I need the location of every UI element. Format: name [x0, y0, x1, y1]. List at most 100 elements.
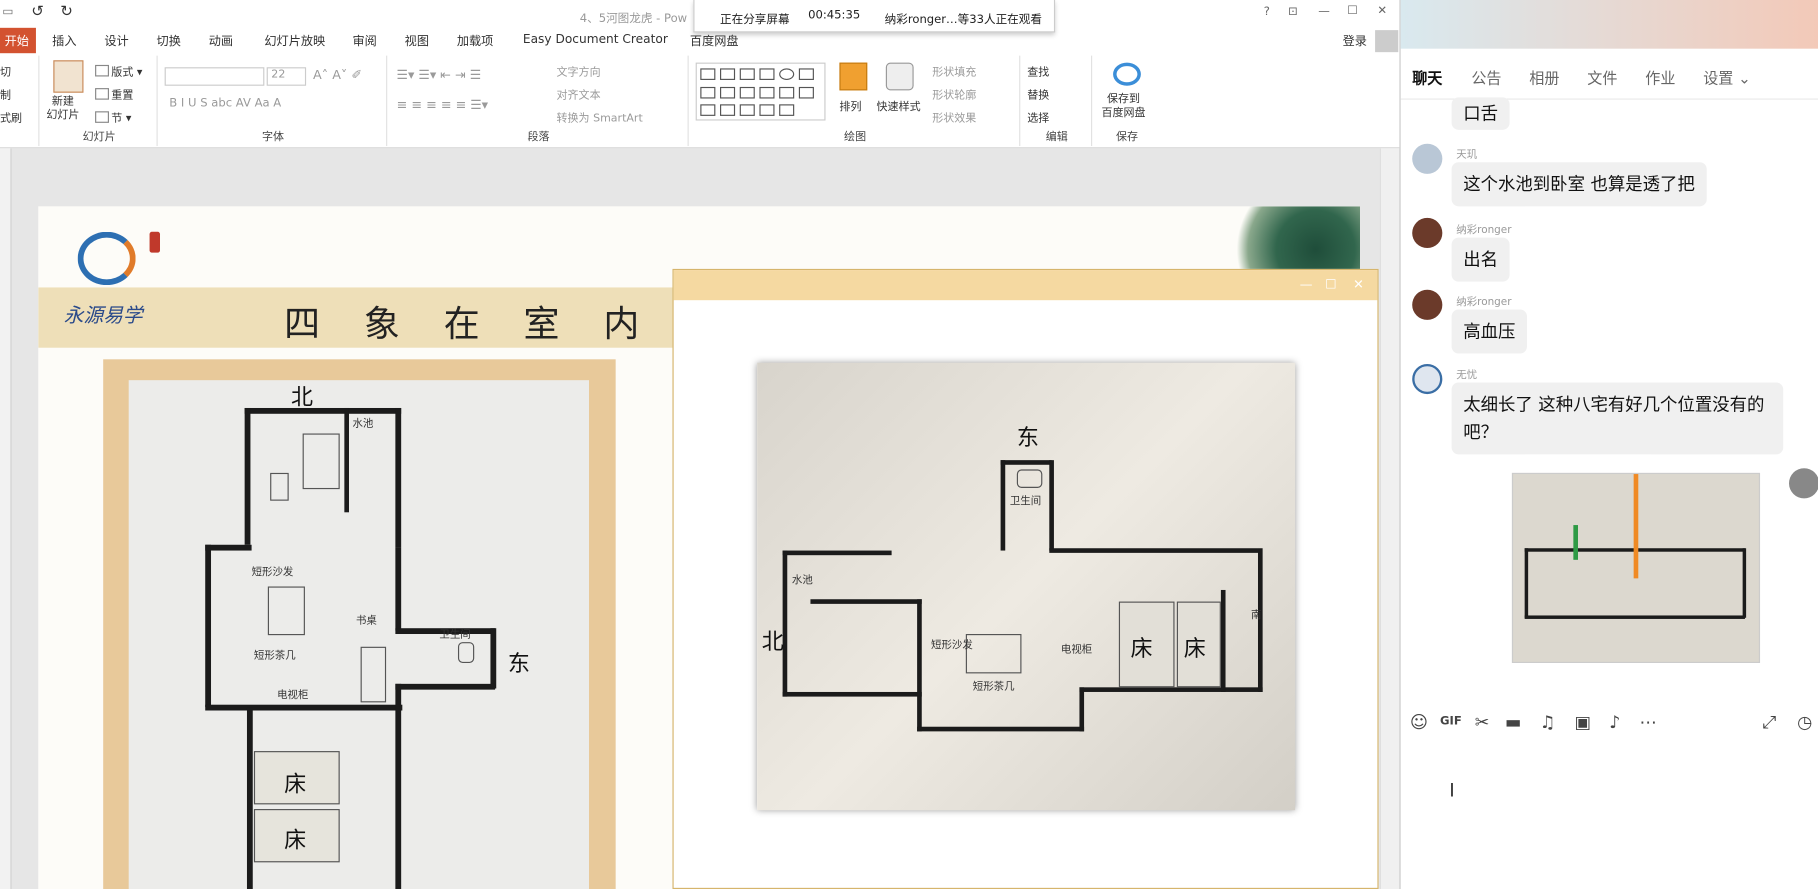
avatar[interactable] [1412, 217, 1443, 249]
save-to-baidu-button[interactable]: 保存到 百度网盘 [1101, 93, 1145, 121]
new-slide-button[interactable]: 新建 幻灯片 [46, 95, 79, 123]
maximize-icon[interactable]: ☐ [1325, 277, 1336, 292]
scissors-icon[interactable]: ✂ [1475, 712, 1490, 733]
viewer-title-bar[interactable]: — ☐ ✕ [673, 270, 1378, 301]
tab-addins[interactable]: 加载项 [457, 32, 494, 49]
section-label: 节 [111, 112, 123, 126]
image-message[interactable] [1511, 472, 1761, 663]
vertical-scrollbar[interactable] [1379, 148, 1400, 889]
shape-outline-button[interactable]: 形状轮廓 [932, 86, 976, 102]
toilet [1016, 469, 1043, 488]
message-bubble: 出名 [1451, 237, 1510, 282]
lotus-leaf-decoration [1211, 206, 1361, 279]
login-link[interactable]: 登录 [1343, 32, 1367, 49]
shape-fill-button[interactable]: 形状填充 [932, 63, 976, 79]
folder-icon[interactable]: ▬ [1505, 712, 1521, 733]
label-wc: 卫生间 [1009, 496, 1042, 508]
shape-icon [700, 104, 716, 116]
message-input[interactable] [1401, 742, 1818, 889]
tab-transitions[interactable]: 切换 [157, 32, 181, 49]
music-icon[interactable]: ♫ [1540, 712, 1556, 733]
shape-icon [798, 68, 814, 80]
expand-icon[interactable]: ⤢ [1762, 712, 1776, 733]
minimize-icon[interactable]: — [1300, 277, 1313, 292]
font-grow-shrink-buttons[interactable]: A˄ A˅ ✐ [313, 67, 362, 82]
ribbon-display-icon[interactable]: ⊡ [1288, 6, 1298, 19]
section-button[interactable]: 节 ▾ [95, 109, 131, 125]
avatar[interactable] [1412, 289, 1443, 320]
undo-icon[interactable]: ↺ [31, 3, 44, 20]
list-buttons[interactable]: ☰▾ ☰▾ ⇤ ⇥ ☰ [397, 67, 482, 82]
wall [917, 726, 1085, 732]
tab-announcement[interactable]: 公告 [1471, 66, 1501, 88]
redo-icon[interactable]: ↻ [60, 3, 73, 20]
find-button[interactable]: 查找 [1027, 63, 1049, 79]
thumbnail-pane-edge[interactable] [0, 148, 12, 889]
coffee-table [267, 586, 305, 636]
avatar[interactable] [1789, 468, 1818, 499]
align-buttons[interactable]: ≡ ≡ ≡ ≡ ≡ ☰▾ [397, 97, 489, 112]
group-label-font: 字体 [262, 130, 285, 144]
image-viewer-window: — ☐ ✕ 东 北 南 水池 卫生间 短形沙发 短形茶几 电视柜 床 床 [672, 268, 1379, 889]
font-style-buttons[interactable]: B I U S abc AV Aa A [169, 97, 281, 110]
shape-effect-button[interactable]: 形状效果 [932, 109, 976, 125]
tab-view[interactable]: 视图 [405, 32, 429, 49]
layout-button[interactable]: 版式 ▾ [95, 63, 142, 79]
tab-review[interactable]: 审阅 [352, 32, 376, 49]
minimize-icon[interactable]: — [1318, 6, 1330, 19]
cut-button[interactable]: 切 [0, 63, 11, 79]
copy-button[interactable]: 制 [0, 86, 11, 102]
screen-share-bar[interactable]: 正在分享屏幕 00:45:35 纳彩ronger…等33人正在观看 [693, 0, 1056, 33]
history-icon[interactable]: ◷ [1797, 712, 1812, 733]
tab-homework[interactable]: 作业 [1645, 66, 1675, 88]
reset-button[interactable]: 重置 [95, 86, 133, 102]
select-button[interactable]: 选择 [1027, 109, 1049, 125]
mute-icon[interactable]: ♪ [1609, 712, 1620, 733]
save-icon[interactable]: ▭ [2, 6, 13, 19]
more-icon[interactable]: ⋯ [1639, 712, 1656, 733]
shape-icon [720, 104, 736, 116]
message-bubble: 这个水池到卧室 也算是透了把 [1451, 162, 1707, 207]
avatar[interactable] [1412, 363, 1443, 395]
shapes-gallery[interactable] [695, 62, 826, 121]
tab-easy-document-creator[interactable]: Easy Document Creator [523, 32, 668, 46]
help-icon[interactable]: ? [1264, 6, 1270, 19]
format-painter-button[interactable]: 式刷 [0, 109, 22, 125]
text-direction-button[interactable]: 文字方向 [557, 63, 601, 79]
shape-icon [779, 68, 795, 80]
close-icon[interactable]: ✕ [1353, 277, 1364, 292]
chat-tabs: 聊天 公告 相册 文件 作业 设置 ⌄ [1400, 49, 1818, 100]
font-size-select[interactable]: 22 [266, 67, 307, 86]
align-text-button[interactable]: 对齐文本 [557, 86, 601, 102]
tab-files[interactable]: 文件 [1587, 66, 1617, 88]
label-table: 短形茶几 [253, 650, 296, 662]
sender-name: 无忧 [1456, 369, 1478, 382]
image-icon[interactable]: ▣ [1575, 712, 1591, 733]
gif-icon[interactable]: GIF [1440, 715, 1462, 728]
drawing-group: 排列 快速样式 形状填充 形状轮廓 形状效果 绘图 [691, 55, 1021, 147]
wall [205, 704, 403, 711]
tab-slideshow[interactable]: 幻灯片放映 [264, 32, 325, 49]
wall [1220, 589, 1226, 692]
close-icon[interactable]: ✕ [1377, 5, 1387, 18]
layout-label: 版式 [111, 66, 134, 79]
avatar[interactable] [1375, 30, 1399, 53]
tab-chat[interactable]: 聊天 [1412, 66, 1442, 88]
font-name-select[interactable] [164, 67, 265, 86]
tab-design[interactable]: 设计 [104, 32, 128, 49]
smartart-button[interactable]: 转换为 SmartArt [557, 109, 643, 125]
tab-animations[interactable]: 动画 [209, 32, 233, 49]
arrange-button[interactable]: 排列 [839, 97, 861, 114]
emoji-icon[interactable]: ☺ [1410, 712, 1428, 733]
label-east: 东 [1016, 425, 1039, 451]
avatar[interactable] [1412, 143, 1443, 174]
tab-baidu-netdisk[interactable]: 百度网盘 [690, 32, 739, 49]
quick-style-button[interactable]: 快速样式 [877, 97, 921, 114]
shape-icon [779, 86, 795, 99]
tab-settings[interactable]: 设置 ⌄ [1703, 66, 1751, 88]
tab-album[interactable]: 相册 [1529, 66, 1559, 88]
tab-insert[interactable]: 插入 [52, 32, 76, 49]
tab-home[interactable]: 开始 [0, 27, 36, 54]
maximize-icon[interactable]: ☐ [1347, 5, 1357, 18]
replace-button[interactable]: 替换 [1027, 86, 1049, 102]
